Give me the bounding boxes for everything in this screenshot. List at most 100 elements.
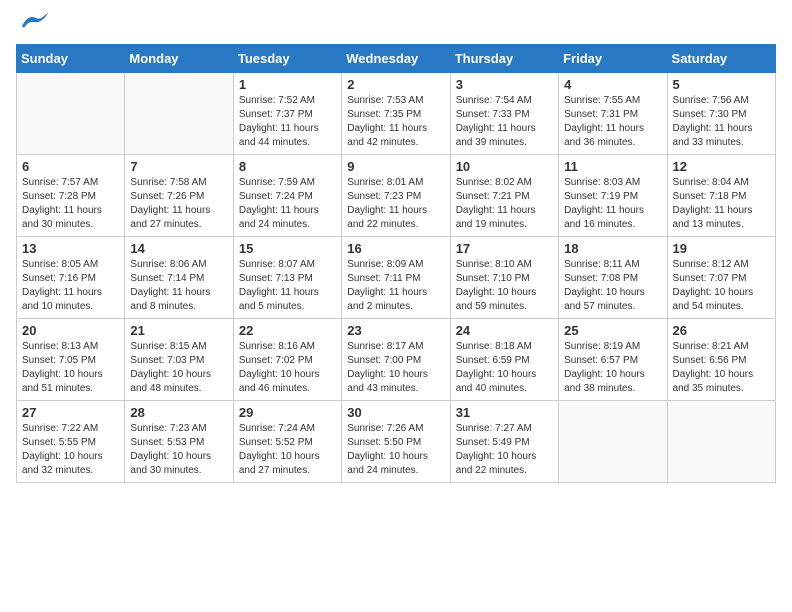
weekday-header-row: SundayMondayTuesdayWednesdayThursdayFrid… <box>17 45 776 73</box>
day-number: 20 <box>22 323 119 338</box>
day-info: Sunrise: 7:57 AM Sunset: 7:28 PM Dayligh… <box>22 176 119 232</box>
calendar-cell: 27 Sunrise: 7:22 AM Sunset: 5:55 PM Dayli… <box>17 401 125 483</box>
weekday-header-wednesday: Wednesday <box>342 45 450 73</box>
calendar-cell <box>667 401 775 483</box>
calendar-cell: 14 Sunrise: 8:06 AM Sunset: 7:14 PM Dayli… <box>125 237 233 319</box>
day-number: 24 <box>456 323 553 338</box>
calendar-cell: 6 Sunrise: 7:57 AM Sunset: 7:28 PM Daylig… <box>17 155 125 237</box>
day-number: 3 <box>456 77 553 92</box>
day-info: Sunrise: 7:56 AM Sunset: 7:30 PM Dayligh… <box>673 94 770 150</box>
day-info: Sunrise: 8:09 AM Sunset: 7:11 PM Dayligh… <box>347 258 444 314</box>
calendar-cell: 28 Sunrise: 7:23 AM Sunset: 5:53 PM Dayli… <box>125 401 233 483</box>
calendar-cell: 20 Sunrise: 8:13 AM Sunset: 7:05 PM Dayli… <box>17 319 125 401</box>
calendar-cell: 1 Sunrise: 7:52 AM Sunset: 7:37 PM Daylig… <box>233 73 341 155</box>
day-number: 10 <box>456 159 553 174</box>
day-number: 1 <box>239 77 336 92</box>
calendar-cell: 17Sunrise: 8:10 AM Sunset: 7:10 PM Dayli… <box>450 237 558 319</box>
day-info: Sunrise: 8:04 AM Sunset: 7:18 PM Dayligh… <box>673 176 770 232</box>
day-info: Sunrise: 7:58 AM Sunset: 7:26 PM Dayligh… <box>130 176 227 232</box>
calendar-cell: 23 Sunrise: 8:17 AM Sunset: 7:00 PM Dayli… <box>342 319 450 401</box>
calendar-cell: 11 Sunrise: 8:03 AM Sunset: 7:19 PM Dayli… <box>559 155 667 237</box>
logo <box>16 16 48 32</box>
day-number: 13 <box>22 241 119 256</box>
calendar-cell: 10 Sunrise: 8:02 AM Sunset: 7:21 PM Dayli… <box>450 155 558 237</box>
calendar-cell: 7 Sunrise: 7:58 AM Sunset: 7:26 PM Daylig… <box>125 155 233 237</box>
weekday-header-monday: Monday <box>125 45 233 73</box>
week-row-1: 1 Sunrise: 7:52 AM Sunset: 7:37 PM Daylig… <box>17 73 776 155</box>
weekday-header-sunday: Sunday <box>17 45 125 73</box>
calendar-cell: 30 Sunrise: 7:26 AM Sunset: 5:50 PM Dayli… <box>342 401 450 483</box>
day-number: 21 <box>130 323 227 338</box>
day-info: Sunrise: 8:11 AM Sunset: 7:08 PM Dayligh… <box>564 258 661 314</box>
day-number: 8 <box>239 159 336 174</box>
weekday-header-thursday: Thursday <box>450 45 558 73</box>
weekday-header-tuesday: Tuesday <box>233 45 341 73</box>
day-number: 27 <box>22 405 119 420</box>
calendar-cell: 9 Sunrise: 8:01 AM Sunset: 7:23 PM Daylig… <box>342 155 450 237</box>
day-number: 11 <box>564 159 661 174</box>
day-number: 30 <box>347 405 444 420</box>
day-number: 17 <box>456 241 553 256</box>
day-info: Sunrise: 7:24 AM Sunset: 5:52 PM Dayligh… <box>239 422 336 478</box>
day-info: Sunrise: 8:05 AM Sunset: 7:16 PM Dayligh… <box>22 258 119 314</box>
calendar-cell: 19 Sunrise: 8:12 AM Sunset: 7:07 PM Dayli… <box>667 237 775 319</box>
day-number: 2 <box>347 77 444 92</box>
calendar-cell <box>17 73 125 155</box>
day-number: 29 <box>239 405 336 420</box>
calendar-cell: 5 Sunrise: 7:56 AM Sunset: 7:30 PM Daylig… <box>667 73 775 155</box>
day-info: Sunrise: 7:23 AM Sunset: 5:53 PM Dayligh… <box>130 422 227 478</box>
day-number: 14 <box>130 241 227 256</box>
day-info: Sunrise: 7:54 AM Sunset: 7:33 PM Dayligh… <box>456 94 553 150</box>
day-number: 4 <box>564 77 661 92</box>
day-info: Sunrise: 8:12 AM Sunset: 7:07 PM Dayligh… <box>673 258 770 314</box>
calendar-cell: 13 Sunrise: 8:05 AM Sunset: 7:16 PM Dayli… <box>17 237 125 319</box>
day-info: Sunrise: 7:22 AM Sunset: 5:55 PM Dayligh… <box>22 422 119 478</box>
calendar-cell: 3 Sunrise: 7:54 AM Sunset: 7:33 PM Daylig… <box>450 73 558 155</box>
calendar-cell: 18 Sunrise: 8:11 AM Sunset: 7:08 PM Dayli… <box>559 237 667 319</box>
calendar-cell: 2Sunrise: 7:53 AM Sunset: 7:35 PM Daylig… <box>342 73 450 155</box>
week-row-3: 13 Sunrise: 8:05 AM Sunset: 7:16 PM Dayli… <box>17 237 776 319</box>
day-info: Sunrise: 7:59 AM Sunset: 7:24 PM Dayligh… <box>239 176 336 232</box>
calendar-cell: 4 Sunrise: 7:55 AM Sunset: 7:31 PM Daylig… <box>559 73 667 155</box>
day-number: 28 <box>130 405 227 420</box>
day-number: 19 <box>673 241 770 256</box>
calendar-cell: 25Sunrise: 8:19 AM Sunset: 6:57 PM Dayli… <box>559 319 667 401</box>
week-row-2: 6 Sunrise: 7:57 AM Sunset: 7:28 PM Daylig… <box>17 155 776 237</box>
calendar-cell: 21 Sunrise: 8:15 AM Sunset: 7:03 PM Dayli… <box>125 319 233 401</box>
calendar-cell: 24Sunrise: 8:18 AM Sunset: 6:59 PM Dayli… <box>450 319 558 401</box>
calendar-cell: 15 Sunrise: 8:07 AM Sunset: 7:13 PM Dayli… <box>233 237 341 319</box>
day-number: 25 <box>564 323 661 338</box>
day-info: Sunrise: 8:13 AM Sunset: 7:05 PM Dayligh… <box>22 340 119 396</box>
day-number: 5 <box>673 77 770 92</box>
day-info: Sunrise: 7:27 AM Sunset: 5:49 PM Dayligh… <box>456 422 553 478</box>
day-number: 23 <box>347 323 444 338</box>
day-info: Sunrise: 8:16 AM Sunset: 7:02 PM Dayligh… <box>239 340 336 396</box>
day-info: Sunrise: 8:21 AM Sunset: 6:56 PM Dayligh… <box>673 340 770 396</box>
day-number: 15 <box>239 241 336 256</box>
calendar-table: SundayMondayTuesdayWednesdayThursdayFrid… <box>16 44 776 483</box>
day-info: Sunrise: 8:02 AM Sunset: 7:21 PM Dayligh… <box>456 176 553 232</box>
day-number: 31 <box>456 405 553 420</box>
week-row-4: 20 Sunrise: 8:13 AM Sunset: 7:05 PM Dayli… <box>17 319 776 401</box>
day-number: 6 <box>22 159 119 174</box>
day-number: 16 <box>347 241 444 256</box>
day-info: Sunrise: 8:07 AM Sunset: 7:13 PM Dayligh… <box>239 258 336 314</box>
calendar-cell: 29 Sunrise: 7:24 AM Sunset: 5:52 PM Dayli… <box>233 401 341 483</box>
calendar-cell <box>125 73 233 155</box>
calendar-cell: 22 Sunrise: 8:16 AM Sunset: 7:02 PM Dayli… <box>233 319 341 401</box>
day-info: Sunrise: 8:03 AM Sunset: 7:19 PM Dayligh… <box>564 176 661 232</box>
day-number: 18 <box>564 241 661 256</box>
day-number: 22 <box>239 323 336 338</box>
day-info: Sunrise: 8:01 AM Sunset: 7:23 PM Dayligh… <box>347 176 444 232</box>
day-info: Sunrise: 7:26 AM Sunset: 5:50 PM Dayligh… <box>347 422 444 478</box>
day-info: Sunrise: 8:06 AM Sunset: 7:14 PM Dayligh… <box>130 258 227 314</box>
day-info: Sunrise: 8:17 AM Sunset: 7:00 PM Dayligh… <box>347 340 444 396</box>
week-row-5: 27 Sunrise: 7:22 AM Sunset: 5:55 PM Dayli… <box>17 401 776 483</box>
calendar-cell: 26Sunrise: 8:21 AM Sunset: 6:56 PM Dayli… <box>667 319 775 401</box>
logo-bird-icon <box>20 12 48 32</box>
day-number: 9 <box>347 159 444 174</box>
day-info: Sunrise: 7:55 AM Sunset: 7:31 PM Dayligh… <box>564 94 661 150</box>
day-info: Sunrise: 7:52 AM Sunset: 7:37 PM Dayligh… <box>239 94 336 150</box>
day-number: 7 <box>130 159 227 174</box>
day-info: Sunrise: 8:15 AM Sunset: 7:03 PM Dayligh… <box>130 340 227 396</box>
